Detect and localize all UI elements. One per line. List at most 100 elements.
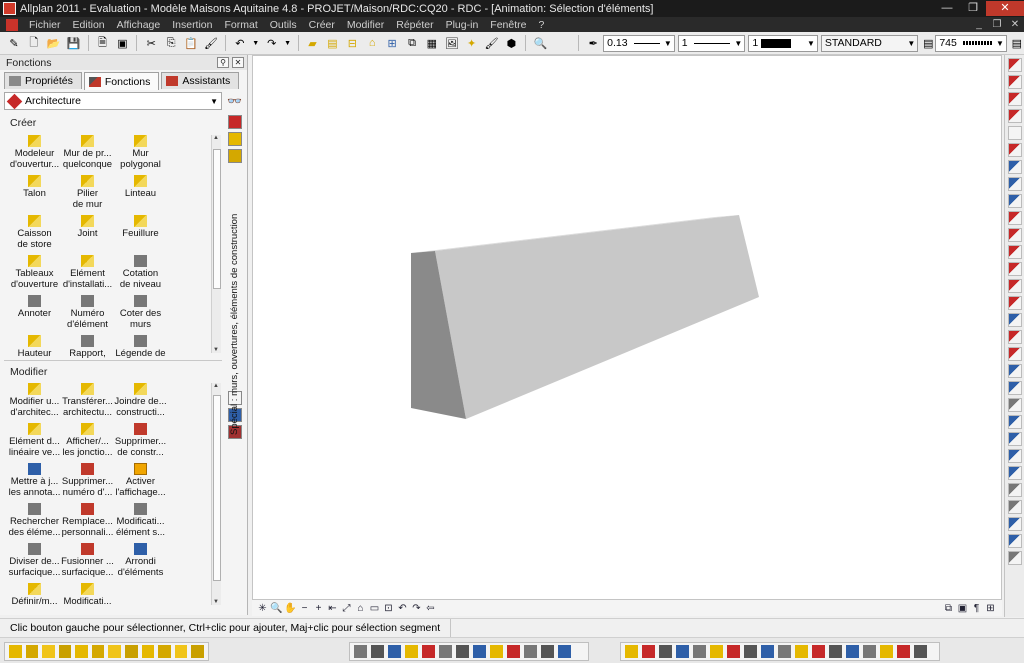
view-settings-icon[interactable]: ✳: [256, 602, 269, 615]
tool-icon[interactable]: [676, 645, 689, 658]
tool-icon[interactable]: [42, 645, 55, 658]
tool-icon[interactable]: [1008, 160, 1022, 174]
tool-icon[interactable]: [1008, 262, 1022, 276]
tool-icon[interactable]: [1008, 381, 1022, 395]
function-tool[interactable]: Tableaux d'ouverture: [8, 255, 61, 295]
pin-icon[interactable]: ⚲: [217, 57, 229, 68]
pattern-select[interactable]: 745 ▼: [935, 34, 1007, 52]
scroll-up-icon[interactable]: ▲: [213, 383, 219, 389]
menu-repeter[interactable]: Répéter: [390, 19, 439, 31]
view-options-icon[interactable]: ⊞: [984, 602, 997, 615]
tool-icon[interactable]: [456, 645, 469, 658]
function-tool[interactable]: Joindre de... constructi...: [114, 383, 167, 423]
view-iso-icon[interactable]: ⌂: [354, 602, 367, 615]
tool-icon[interactable]: [91, 645, 105, 658]
function-tool[interactable]: Fusionner ... surfacique...: [61, 543, 114, 583]
tool-icon[interactable]: [507, 645, 520, 658]
cut-icon[interactable]: ✂: [143, 35, 159, 51]
tool-icon[interactable]: [558, 645, 571, 658]
stair-palette-icon[interactable]: [228, 149, 242, 163]
copy-icon[interactable]: ⎘: [163, 35, 179, 51]
tool-icon[interactable]: [846, 645, 859, 658]
view-left-icon[interactable]: ⇤: [326, 602, 339, 615]
pan-icon[interactable]: ✋: [284, 602, 297, 615]
paragraph-icon[interactable]: ¶: [970, 602, 983, 615]
view-hide-icon[interactable]: ⇦: [424, 602, 437, 615]
function-tool[interactable]: Supprimer... de constr...: [114, 423, 167, 463]
line-type-select[interactable]: 1 ▼: [677, 34, 746, 52]
tool-icon[interactable]: [1008, 500, 1022, 514]
zoom-out-icon[interactable]: −: [298, 602, 311, 615]
tool-icon[interactable]: [1008, 466, 1022, 480]
function-tool[interactable]: Modificati... élément s...: [114, 503, 167, 543]
tool-icon[interactable]: [1008, 92, 1022, 106]
tool-icon[interactable]: [174, 645, 188, 658]
function-tool[interactable]: Talon: [8, 175, 61, 215]
tool-icon[interactable]: [659, 645, 672, 658]
tool-icon[interactable]: [1008, 415, 1022, 429]
zoom-in-icon[interactable]: +: [312, 602, 325, 615]
tool-icon[interactable]: [761, 645, 774, 658]
tool-icon[interactable]: [1008, 517, 1022, 531]
new-file-icon[interactable]: 🗋: [26, 35, 42, 51]
tool-icon[interactable]: [1008, 330, 1022, 344]
tool-icon[interactable]: [1008, 177, 1022, 191]
tool-icon[interactable]: [524, 645, 537, 658]
tool-icon[interactable]: [1008, 58, 1022, 72]
function-tool[interactable]: Légende de: [114, 335, 167, 375]
view-plan-icon[interactable]: ▭: [368, 602, 381, 615]
scrollbar-thumb[interactable]: [213, 149, 221, 289]
paste-icon[interactable]: 📋: [183, 35, 199, 51]
zoom-icon[interactable]: 🔍: [270, 602, 283, 615]
dimension-tool-icon[interactable]: ⊟: [344, 35, 360, 51]
mdi-minimize-button[interactable]: _: [970, 19, 988, 30]
tool-icon[interactable]: [1008, 347, 1022, 361]
pattern-settings-icon[interactable]: ▤: [1012, 35, 1022, 51]
menu-format[interactable]: Format: [219, 19, 264, 31]
mdi-restore-button[interactable]: ❐: [988, 19, 1006, 30]
assistant-icon[interactable]: ✦: [464, 35, 480, 51]
menu-edition[interactable]: Edition: [67, 19, 111, 31]
grid-tool-icon[interactable]: ⊞: [384, 35, 400, 51]
3d-cube-icon[interactable]: ⬢: [504, 35, 520, 51]
tool-icon[interactable]: [693, 645, 706, 658]
function-tool[interactable]: Annoter: [8, 295, 61, 335]
function-tool[interactable]: Cotation de niveau: [114, 255, 167, 295]
scrollbar-thumb[interactable]: [213, 395, 221, 581]
pen-icon[interactable]: ✒: [585, 35, 601, 51]
menu-fenetre[interactable]: Fenêtre: [484, 19, 532, 31]
tool-icon[interactable]: [371, 645, 384, 658]
function-tool[interactable]: Modificati...: [61, 583, 114, 623]
menu-creer[interactable]: Créer: [303, 19, 341, 31]
tool-icon[interactable]: [1008, 194, 1022, 208]
function-tool[interactable]: Caisson de store: [8, 215, 61, 255]
tool-icon[interactable]: [25, 645, 39, 658]
tool-icon[interactable]: [829, 645, 842, 658]
function-tool[interactable]: Linteau: [114, 175, 167, 215]
tool-icon[interactable]: [9, 645, 22, 658]
tool-icon[interactable]: [914, 645, 927, 658]
tool-icon[interactable]: [1008, 279, 1022, 293]
function-tool[interactable]: Mettre à j... les annota...: [8, 463, 61, 503]
open-folder-icon[interactable]: 📂: [46, 35, 62, 51]
tool-icon[interactable]: [625, 645, 638, 658]
tool-icon[interactable]: [1008, 143, 1022, 157]
tool-icon[interactable]: [1008, 228, 1022, 242]
tool-icon[interactable]: [778, 645, 791, 658]
tool-icon[interactable]: [1008, 126, 1022, 140]
tool-icon[interactable]: [710, 645, 723, 658]
tool-icon[interactable]: [141, 645, 155, 658]
format-painter-icon[interactable]: 🖌: [203, 35, 219, 51]
tool-icon[interactable]: [473, 645, 486, 658]
tool-icon[interactable]: [1008, 245, 1022, 259]
wall-palette-icon[interactable]: [228, 132, 242, 146]
function-tool[interactable]: Définir/m...: [8, 583, 61, 623]
image-icon[interactable]: 🖼: [444, 35, 460, 51]
tool-icon[interactable]: [1008, 296, 1022, 310]
pencil-icon[interactable]: ✎: [6, 35, 22, 51]
scroll-down-icon[interactable]: ▼: [213, 347, 219, 353]
architecture-palette-icon[interactable]: [228, 115, 242, 129]
menu-affichage[interactable]: Affichage: [111, 19, 167, 31]
redo-icon[interactable]: ↷: [264, 35, 280, 51]
tool-icon[interactable]: [1008, 551, 1022, 565]
